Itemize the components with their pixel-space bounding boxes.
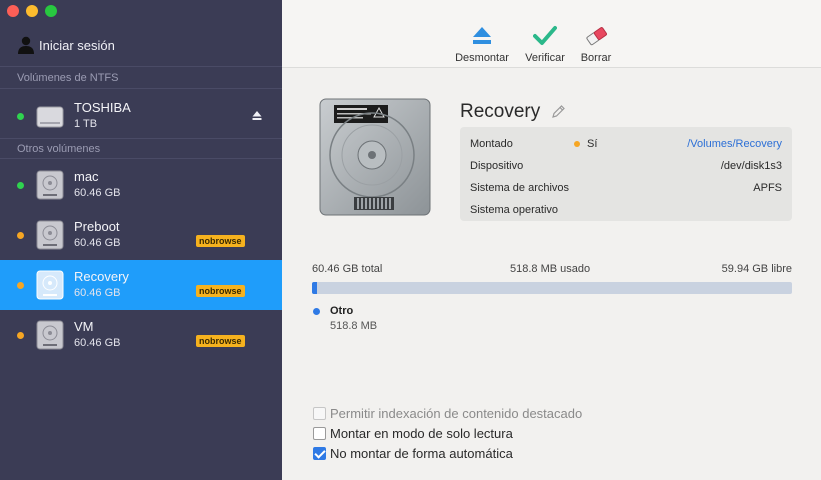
- erase-button[interactable]: Borrar: [576, 25, 616, 64]
- no-automount-label: No montar de forma automática: [330, 446, 513, 461]
- hard-disk-icon: [36, 170, 64, 200]
- readonly-label: Montar en modo de solo lectura: [330, 426, 513, 441]
- nobrowse-badge: nobrowse: [196, 335, 245, 347]
- volume-name: Preboot: [74, 219, 120, 234]
- window-controls: [7, 5, 57, 17]
- hard-disk-icon: [36, 220, 64, 250]
- usage-used: 518.8 MB usado: [510, 263, 591, 275]
- device-value: /dev/disk1s3: [720, 160, 782, 172]
- status-dot: [17, 232, 24, 239]
- volume-name: mac: [74, 169, 99, 184]
- minimize-window-button[interactable]: [26, 5, 38, 17]
- sidebar-item-recovery[interactable]: Recovery 60.46 GB nobrowse: [0, 260, 282, 310]
- unmount-button[interactable]: Desmontar: [452, 25, 512, 64]
- section-label-otros: Otros volúmenes: [17, 143, 101, 155]
- checkmark-icon: [533, 26, 557, 45]
- volume-title: Recovery: [460, 101, 541, 122]
- section-label-ntfs: Volúmenes de NTFS: [17, 72, 119, 84]
- hard-disk-icon: [36, 320, 64, 350]
- status-dot: [17, 282, 24, 289]
- mount-path-link[interactable]: /Volumes/Recovery: [687, 138, 782, 150]
- sidebar-item-mac[interactable]: mac 60.46 GB: [0, 160, 282, 210]
- nobrowse-badge: nobrowse: [196, 235, 245, 247]
- volume-size: 60.46 GB: [74, 287, 121, 299]
- zoom-window-button[interactable]: [45, 5, 57, 17]
- close-window-button[interactable]: [7, 5, 19, 17]
- readonly-checkbox[interactable]: [313, 427, 326, 440]
- sidebar-item-vm[interactable]: VM 60.46 GB nobrowse: [0, 310, 282, 360]
- volume-info-panel: Montado Sí /Volumes/Recovery Dispositivo…: [460, 127, 792, 221]
- mounted-label: Montado: [470, 138, 513, 150]
- pencil-icon[interactable]: [550, 104, 566, 120]
- filesystem-label: Sistema de archivos: [470, 182, 570, 194]
- verify-button[interactable]: Verificar: [522, 25, 568, 64]
- divider: [0, 138, 282, 139]
- eraser-icon: [586, 27, 607, 46]
- spotlight-indexing-checkbox: [313, 407, 326, 420]
- volume-size: 60.46 GB: [74, 237, 121, 249]
- volume-name: Recovery: [74, 269, 129, 284]
- spotlight-indexing-option: Permitir indexación de contenido destaca…: [313, 406, 582, 421]
- divider: [0, 66, 282, 67]
- usage-total: 60.46 GB total: [312, 263, 383, 275]
- divider: [0, 88, 282, 89]
- spotlight-indexing-label: Permitir indexación de contenido destaca…: [330, 406, 583, 421]
- volume-size: 60.46 GB: [74, 337, 121, 349]
- volume-name: VM: [74, 319, 94, 334]
- eject-icon: [473, 27, 491, 44]
- user-icon: [18, 36, 34, 54]
- usage-free: 59.94 GB libre: [721, 263, 792, 275]
- device-label: Dispositivo: [470, 160, 524, 172]
- volume-size: 60.46 GB: [74, 187, 121, 199]
- unmount-label: Desmontar: [455, 52, 509, 64]
- external-drive-icon: [36, 106, 64, 128]
- eject-icon[interactable]: [252, 110, 262, 121]
- divider: [0, 158, 282, 159]
- legend-dot: [313, 308, 320, 315]
- volume-size: 1 TB: [74, 118, 98, 130]
- hard-disk-icon: [36, 270, 64, 300]
- no-automount-checkbox[interactable]: [313, 447, 326, 460]
- usage-bar: [312, 282, 792, 294]
- sidebar: Iniciar sesión Volúmenes de NTFS TOSHIBA…: [0, 0, 282, 480]
- status-dot: [17, 113, 24, 120]
- os-label: Sistema operativo: [470, 204, 559, 216]
- volume-name: TOSHIBA: [74, 100, 131, 115]
- sidebar-item-toshiba[interactable]: TOSHIBA 1 TB: [0, 91, 282, 141]
- login-label: Iniciar sesión: [39, 37, 115, 53]
- filesystem-value: APFS: [753, 182, 782, 194]
- status-dot: [17, 332, 24, 339]
- legend-name: Otro: [330, 305, 354, 317]
- sidebar-item-preboot[interactable]: Preboot 60.46 GB nobrowse: [0, 210, 282, 260]
- status-dot: [574, 141, 580, 147]
- status-dot: [17, 182, 24, 189]
- erase-label: Borrar: [580, 52, 612, 64]
- verify-label: Verificar: [525, 52, 565, 64]
- toolbar: Desmontar Verificar Borrar: [282, 0, 821, 68]
- usage-bar-fill: [312, 282, 317, 294]
- no-automount-option[interactable]: No montar de forma automática: [313, 446, 513, 461]
- main-panel: Desmontar Verificar Borrar Recovery Mont…: [282, 0, 821, 480]
- hard-drive-icon: [319, 98, 431, 216]
- nobrowse-badge: nobrowse: [196, 285, 245, 297]
- mounted-value: Sí: [587, 138, 598, 150]
- login-button[interactable]: Iniciar sesión: [17, 35, 115, 55]
- legend-size: 518.8 MB: [330, 320, 378, 332]
- readonly-option[interactable]: Montar en modo de solo lectura: [313, 426, 513, 441]
